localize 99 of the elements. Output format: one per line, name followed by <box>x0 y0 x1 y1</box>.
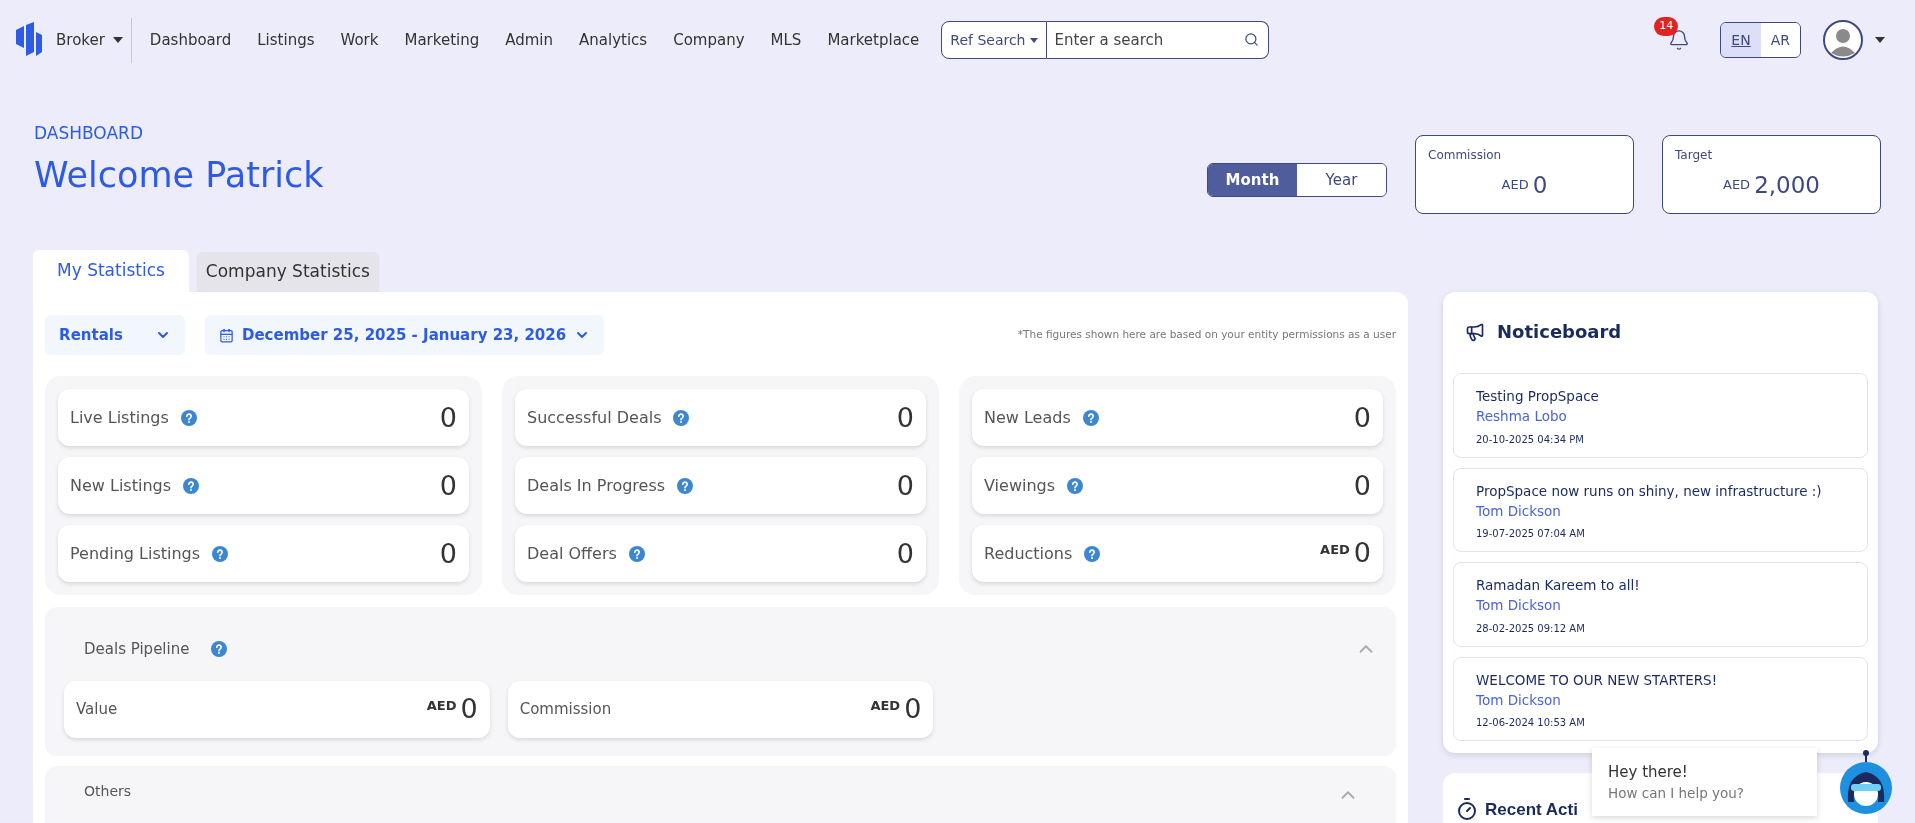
notice-item[interactable]: WELCOME TO OUR NEW STARTERS! Tom Dickson 12-06-2024 10:53 AM <box>1453 656 1868 741</box>
stat-value: 0 <box>896 404 914 431</box>
stat-label: New Listings <box>70 474 172 497</box>
statistics-tab[interactable]: Company Statistics <box>196 252 379 292</box>
search-scope-dropdown[interactable]: Ref Search <box>941 21 1047 59</box>
stat-value: 0 <box>439 540 457 567</box>
stat-value: 0 <box>896 472 914 499</box>
help-icon <box>180 409 197 426</box>
notice-title: WELCOME TO OUR NEW STARTERS! <box>1476 670 1719 690</box>
pipeline-label: Value <box>76 698 118 720</box>
notice-date: 19-07-2025 07:04 AM <box>1476 527 1586 541</box>
summary-label: Commission <box>1428 147 1503 164</box>
nav-link[interactable]: Work <box>340 28 379 52</box>
currency-label: AED <box>426 696 457 715</box>
bell-icon[interactable] <box>1668 29 1691 51</box>
caret-icon <box>112 37 123 43</box>
notice-date: 20-10-2025 04:34 PM <box>1476 432 1585 447</box>
help-icon <box>212 545 229 562</box>
stat-value: 0 <box>1353 472 1371 499</box>
notice-title: Testing PropSpace <box>1476 387 1600 406</box>
nav-link[interactable]: MLS <box>770 28 802 52</box>
notice-item[interactable]: Testing PropSpace Reshma Lobo 20-10-2025 04:34 PM <box>1453 373 1868 458</box>
pipeline-label: Commission <box>519 698 612 720</box>
period-toggle[interactable]: Month <box>1208 164 1297 196</box>
permissions-note: *The figures shown here are based on your entity permissions as a user <box>1017 327 1396 343</box>
role-dropdown[interactable]: Broker <box>56 17 132 63</box>
summary-value: 2,000 <box>1754 171 1820 200</box>
stat-label: Deals In Progress <box>527 474 666 497</box>
chat-greeting: Hey there! <box>1608 761 1689 783</box>
stat-value: 0 <box>439 404 457 431</box>
notice-title: Ramadan Kareem to all! <box>1476 576 1641 595</box>
help-icon <box>673 409 690 426</box>
search-icon[interactable] <box>1243 32 1259 47</box>
notice-item[interactable]: Ramadan Kareem to all! Tom Dickson 28-02-2025 09:12 AM <box>1453 562 1868 647</box>
chat-prompt: How can I help you? <box>1608 784 1745 804</box>
nav-link[interactable]: Listings <box>257 28 315 52</box>
avatar-icon[interactable] <box>1823 20 1863 60</box>
stat-value: 0 <box>904 694 922 722</box>
stat-label: Live Listings <box>70 406 169 429</box>
help-icon <box>628 545 645 562</box>
notice-author: Tom Dickson <box>1476 596 1562 616</box>
nav-link[interactable]: Company <box>673 28 745 52</box>
stat-value: 0 <box>460 694 478 722</box>
notification-badge: 14 <box>1654 17 1679 36</box>
nav-link[interactable]: Dashboard <box>149 28 232 52</box>
stat-value: 0 <box>896 540 914 567</box>
nav-link[interactable]: Admin <box>505 28 554 52</box>
notice-date: 28-02-2025 09:12 AM <box>1476 621 1586 636</box>
nav-link[interactable]: Marketing <box>404 28 480 52</box>
timer-icon <box>1455 797 1479 821</box>
help-icon <box>1067 477 1084 494</box>
stat-label: Pending Listings <box>70 542 201 565</box>
logo-icon <box>14 22 44 58</box>
summary-label: Target <box>1675 147 1714 164</box>
megaphone-icon <box>1465 321 1485 342</box>
stat-label: Successful Deals <box>527 406 662 429</box>
currency-label: AED <box>1501 176 1529 194</box>
notice-title: PropSpace now runs on shiny, new infrastructure :) <box>1476 481 1823 501</box>
calendar-icon <box>219 327 234 343</box>
page-eyebrow: DASHBOARD <box>34 123 144 145</box>
stat-value: 0 <box>1353 539 1371 567</box>
help-icon <box>1084 545 1101 562</box>
summary-value: 0 <box>1532 171 1548 200</box>
notice-item[interactable]: PropSpace now runs on shiny, new infrastructure :) Tom Dickson 19-07-2025 07:04 AM <box>1453 467 1868 552</box>
page-title: Welcome Patrick <box>34 154 324 198</box>
statistics-tab[interactable]: My Statistics <box>33 250 189 292</box>
caret-icon[interactable] <box>1875 37 1885 43</box>
section-title: Others <box>84 783 132 798</box>
help-icon <box>183 477 200 494</box>
chat-bubble[interactable]: Hey there! How can I help you? <box>1592 748 1817 816</box>
section-title: Deals Pipeline <box>84 639 190 660</box>
stat-label: New Leads <box>984 406 1071 429</box>
notice-date: 12-06-2024 10:53 AM <box>1476 716 1586 730</box>
nav-link[interactable]: Marketplace <box>827 28 920 52</box>
caret-icon <box>1029 37 1038 43</box>
period-toggle[interactable]: Year <box>1297 164 1386 196</box>
help-icon <box>1082 409 1099 426</box>
help-icon <box>677 477 694 494</box>
help-icon <box>211 641 228 658</box>
stat-value: 0 <box>439 472 457 499</box>
stat-label: Reductions <box>984 542 1073 565</box>
card-title: Noticeboard <box>1497 320 1622 344</box>
notice-author: Reshma Lobo <box>1476 407 1568 427</box>
currency-label: AED <box>870 696 901 715</box>
card-title: Recent Acti <box>1485 799 1578 821</box>
language-tab[interactable]: AR <box>1760 23 1800 57</box>
stat-value: 0 <box>1353 404 1371 431</box>
chatbot-icon[interactable] <box>1838 750 1894 814</box>
date-range-picker[interactable]: December 25, 2025 - January 23, 2026 <box>205 315 605 355</box>
notice-author: Tom Dickson <box>1476 501 1562 521</box>
stat-label: Viewings <box>984 474 1056 497</box>
search-field[interactable]: Enter a search <box>1046 21 1269 59</box>
type-dropdown[interactable]: Rentals <box>45 315 185 355</box>
nav-link[interactable]: Analytics <box>579 28 648 52</box>
notice-author: Tom Dickson <box>1476 690 1562 710</box>
stat-label: Deal Offers <box>527 542 617 565</box>
currency-label: AED <box>1723 176 1751 194</box>
language-tab[interactable]: EN <box>1721 23 1761 57</box>
currency-label: AED <box>1320 541 1350 560</box>
